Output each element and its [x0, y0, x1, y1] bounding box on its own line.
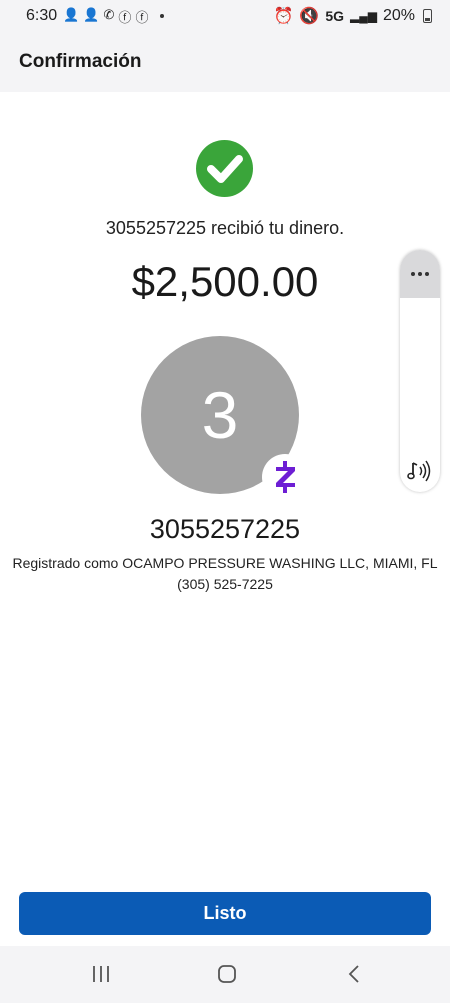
- person-add-icon: 👤: [83, 6, 100, 22]
- recents-icon[interactable]: [86, 962, 116, 986]
- success-check-icon: [196, 140, 253, 197]
- back-icon[interactable]: [340, 962, 370, 986]
- registered-as-text: Registrado como OCAMPO PRESSURE WASHING …: [12, 555, 438, 571]
- phone-icon: ✆: [103, 6, 115, 22]
- home-icon[interactable]: [212, 962, 242, 986]
- floating-side-panel[interactable]: [400, 250, 440, 492]
- app-header: Confirmación: [0, 32, 450, 92]
- notification-icons: 👤 👤 ✆ ⓕ ⓕ: [63, 7, 148, 26]
- recipient-name: 3055257225: [149, 514, 301, 544]
- sound-icon: [407, 460, 431, 482]
- page-title: Confirmación: [19, 51, 142, 72]
- status-bar: 6:30 👤 👤 ✆ ⓕ ⓕ ⏰ 🔇 5G ▂▄▆ 20%: [0, 0, 450, 32]
- done-button[interactable]: Listo: [19, 892, 431, 935]
- sound-assistant-button[interactable]: [400, 456, 440, 486]
- battery-percent: 20%: [382, 7, 415, 24]
- alarm-icon: ⏰: [273, 8, 294, 25]
- status-bar-left: 6:30 👤 👤 ✆ ⓕ ⓕ: [26, 7, 165, 26]
- facebook-icon: ⓕ: [135, 9, 149, 25]
- status-bar-right: ⏰ 🔇 5G ▂▄▆ 20%: [273, 6, 432, 26]
- battery-icon: [423, 9, 432, 23]
- confirmation-message: 3055257225 recibió tu dinero.: [105, 218, 345, 238]
- avatar-initial: 3: [201, 378, 239, 452]
- panel-more-button[interactable]: [400, 250, 440, 298]
- mute-icon: 🔇: [299, 8, 320, 25]
- system-nav-bar: [0, 946, 450, 1003]
- person-add-icon: 👤: [63, 6, 80, 22]
- network-type: 5G: [325, 8, 344, 24]
- status-time: 6:30: [26, 7, 58, 24]
- amount-sent: $2,500.00: [131, 258, 319, 305]
- recipient-phone: (305) 525-7225: [177, 576, 273, 592]
- more-notifications-dot: [160, 14, 165, 18]
- signal-icon: ▂▄▆: [350, 9, 377, 23]
- zelle-logo-icon: [262, 454, 308, 500]
- facebook-icon: ⓕ: [118, 9, 132, 25]
- more-icon: [411, 272, 429, 276]
